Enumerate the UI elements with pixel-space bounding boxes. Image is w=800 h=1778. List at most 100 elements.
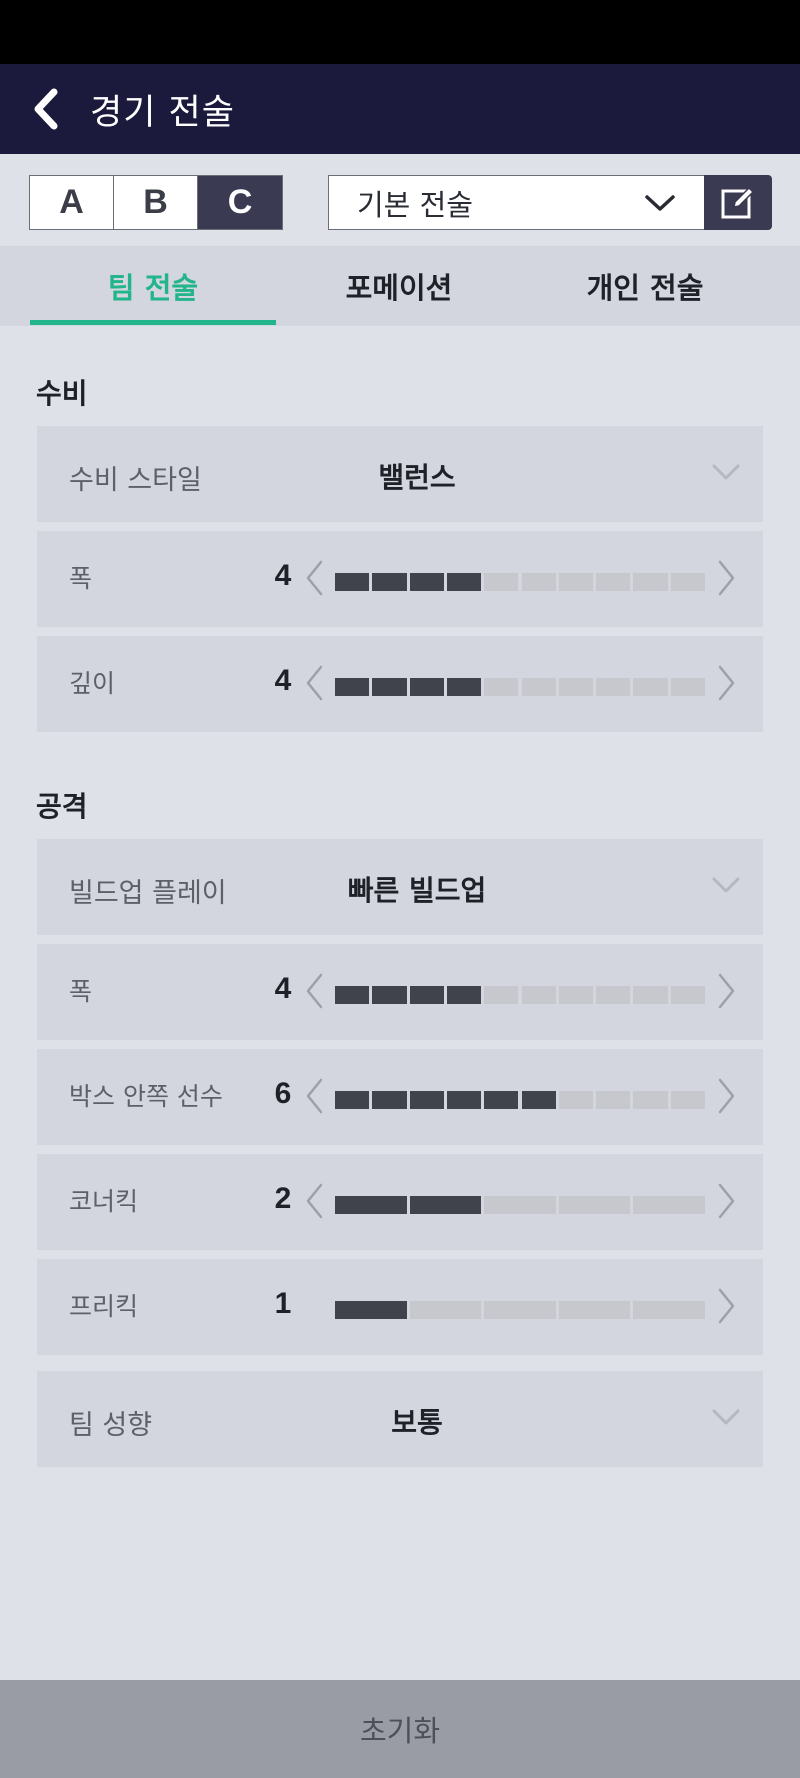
level-segment [670, 573, 705, 591]
box-players-label: 박스 안쪽 선수 [69, 1082, 223, 1111]
level-segment [409, 678, 444, 696]
tactic-slot-a[interactable]: A [30, 176, 114, 229]
attack-section-title: 공격 [36, 790, 88, 823]
back-button[interactable] [0, 64, 90, 154]
level-segment [409, 573, 444, 591]
level-segment [409, 1091, 444, 1109]
tactic-slot-b[interactable]: B [114, 176, 198, 229]
level-segment [633, 1301, 705, 1319]
level-segment [372, 1091, 407, 1109]
increase-arrow-icon[interactable] [717, 972, 737, 1010]
attack-width-value: 4 [274, 972, 292, 1005]
level-segment [372, 678, 407, 696]
buildup-play-select[interactable]: 빌드업 플레이 빠른 빌드업 [37, 839, 763, 935]
decrease-arrow-icon[interactable] [304, 664, 324, 702]
level-segment [670, 986, 705, 1004]
preset-selected: 기본 전술 [357, 187, 473, 222]
level-segment [558, 1196, 631, 1214]
tab-team-tactics[interactable]: 팀 전술 [30, 246, 276, 326]
attack-width-bar[interactable] [335, 986, 705, 1004]
chevron-down-icon [712, 464, 740, 480]
level-segment [558, 986, 594, 1004]
increase-arrow-icon[interactable] [717, 1077, 737, 1115]
level-segment [409, 986, 444, 1004]
defense-style-value: 밸런스 [378, 461, 456, 494]
team-tendency-select[interactable]: 팀 성향 보통 [37, 1371, 763, 1467]
edit-preset-button[interactable] [704, 175, 772, 230]
level-segment [633, 678, 668, 696]
level-segment [558, 1301, 631, 1319]
box-players-slider: 박스 안쪽 선수 6 [37, 1049, 763, 1145]
team-tendency-label: 팀 성향 [69, 1410, 153, 1441]
decrease-arrow-icon[interactable] [304, 1182, 324, 1220]
level-segment [596, 678, 631, 696]
chevron-left-icon [34, 88, 58, 130]
edit-icon [721, 186, 755, 218]
level-segment [521, 573, 556, 591]
chevron-down-icon [712, 877, 740, 893]
defense-section-title: 수비 [36, 377, 88, 410]
level-segment [558, 573, 594, 591]
level-segment [409, 1196, 482, 1214]
corner-kick-value: 2 [274, 1182, 292, 1215]
increase-arrow-icon[interactable] [717, 1287, 737, 1325]
level-segment [633, 573, 668, 591]
buildup-play-label: 빌드업 플레이 [69, 878, 227, 909]
preset-dropdown[interactable]: 기본 전술 [328, 175, 706, 230]
increase-arrow-icon[interactable] [717, 559, 737, 597]
decrease-arrow-icon[interactable] [304, 559, 324, 597]
tab-indicator [30, 320, 276, 325]
increase-arrow-icon[interactable] [717, 1182, 737, 1220]
tactic-slot-selector: A B C [29, 175, 283, 230]
defense-depth-slider: 깊이 4 [37, 636, 763, 732]
box-players-bar[interactable] [335, 1091, 705, 1109]
level-segment [633, 986, 668, 1004]
free-kick-value: 1 [274, 1287, 292, 1320]
tab-formation[interactable]: 포메이션 [276, 246, 522, 326]
level-segment [633, 1091, 668, 1109]
defense-width-value: 4 [274, 559, 292, 592]
tactic-toolbar: A B C 기본 전술 [0, 154, 800, 246]
level-segment [409, 1301, 482, 1319]
level-segment [521, 986, 556, 1004]
defense-depth-bar[interactable] [335, 678, 705, 696]
attack-width-label: 폭 [69, 977, 93, 1006]
team-tendency-value: 보통 [391, 1406, 443, 1439]
free-kick-bar[interactable] [335, 1301, 705, 1319]
level-segment [335, 1301, 407, 1319]
level-segment [446, 1091, 482, 1109]
level-segment [335, 986, 370, 1004]
reset-button[interactable]: 초기화 [0, 1680, 800, 1778]
decrease-arrow-icon[interactable] [304, 1077, 324, 1115]
defense-style-select[interactable]: 수비 스타일 밸런스 [37, 426, 763, 522]
level-segment [335, 1091, 370, 1109]
level-segment [335, 1196, 407, 1214]
level-segment [596, 986, 631, 1004]
level-segment [670, 678, 705, 696]
app-bar: 경기 전술 [0, 64, 800, 154]
level-segment [484, 678, 519, 696]
level-segment [446, 986, 482, 1004]
increase-arrow-icon[interactable] [717, 664, 737, 702]
status-bar [0, 0, 800, 64]
level-segment [446, 573, 482, 591]
corner-kick-label: 코너킥 [69, 1187, 139, 1216]
level-segment [335, 678, 370, 696]
level-segment [558, 678, 594, 696]
free-kick-label: 프리킥 [69, 1292, 139, 1321]
corner-kick-bar[interactable] [335, 1196, 705, 1214]
defense-width-bar[interactable] [335, 573, 705, 591]
level-segment [633, 1196, 705, 1214]
tactic-slot-c[interactable]: C [198, 176, 282, 229]
level-segment [484, 986, 519, 1004]
tab-individual-tactics[interactable]: 개인 전술 [522, 246, 768, 326]
decrease-arrow-icon[interactable] [304, 972, 324, 1010]
level-segment [484, 1091, 519, 1109]
buildup-play-value: 빠른 빌드업 [347, 874, 487, 907]
level-segment [484, 1196, 556, 1214]
attack-width-slider: 폭 4 [37, 944, 763, 1040]
defense-width-label: 폭 [69, 564, 93, 593]
chevron-down-icon [645, 195, 675, 211]
level-segment [521, 1091, 556, 1109]
level-segment [372, 573, 407, 591]
